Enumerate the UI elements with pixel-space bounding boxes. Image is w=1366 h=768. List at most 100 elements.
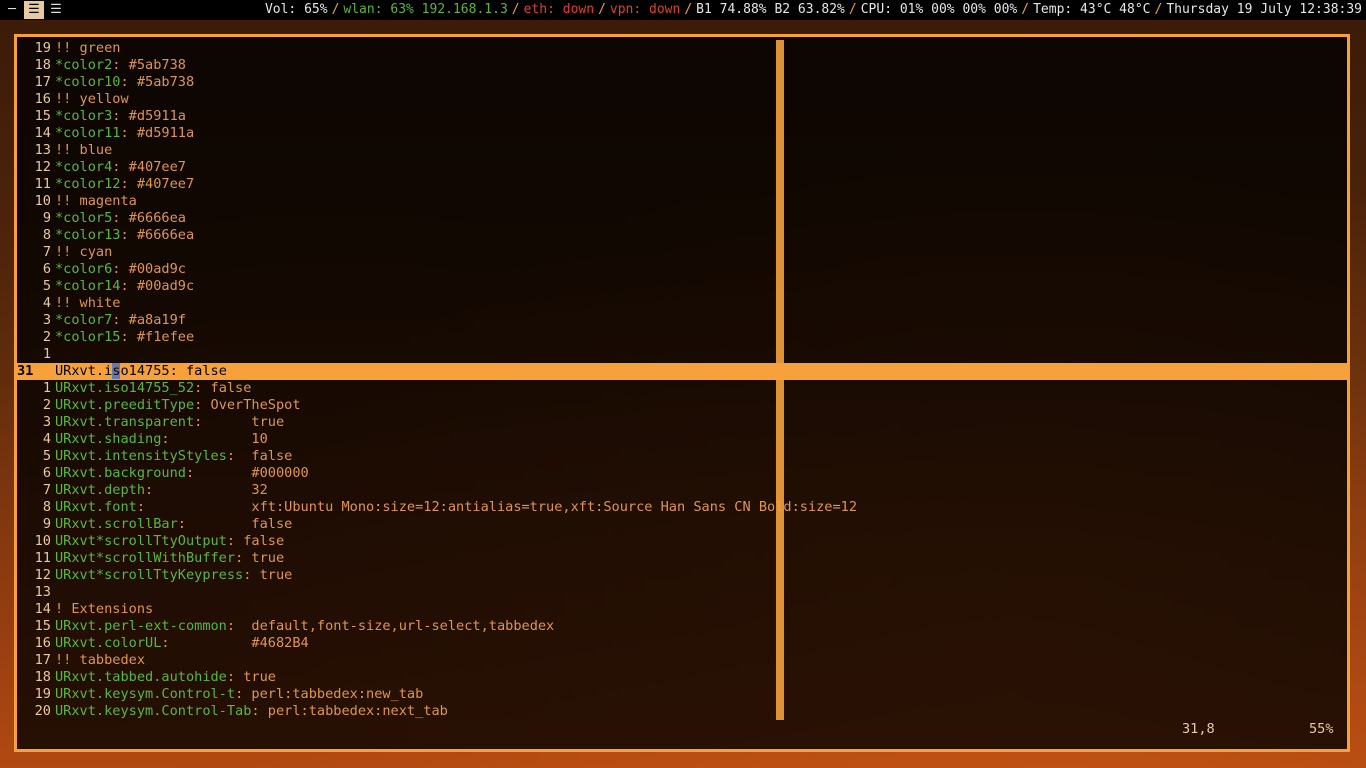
- line-number: 14: [34, 125, 51, 141]
- resource-key: *color15: [55, 329, 121, 345]
- line-text: : true: [194, 414, 285, 430]
- line-number: 3: [42, 312, 51, 328]
- editor-line[interactable]: 20 URxvt.keysym.Control-Tab: perl:tabbede…: [17, 703, 1347, 720]
- resource-key: *color14: [55, 278, 121, 294]
- line-text: : #5ab738: [120, 74, 195, 90]
- editor-line[interactable]: 15 URxvt.perl-ext-common: default,font-si…: [17, 618, 1347, 635]
- resource-key: URxvt.preeditType: [55, 397, 195, 413]
- editor-line[interactable]: 8 *color13: #6666ea: [17, 227, 1347, 244]
- editor-line[interactable]: 18 URxvt.tabbed.autohide: true: [17, 669, 1347, 686]
- editor-line[interactable]: 19!! green: [17, 40, 1347, 57]
- line-number: 12: [34, 567, 51, 583]
- editor-line[interactable]: 4 URxvt.shading: 10: [17, 431, 1347, 448]
- editor-line[interactable]: 9 URxvt.scrollBar: false: [17, 516, 1347, 533]
- line-text: : perl:tabbedex:next_tab: [251, 703, 448, 719]
- line-number: 3: [42, 414, 51, 430]
- line-number: 5: [42, 448, 51, 464]
- line-number: 10: [34, 193, 51, 209]
- resource-key: URxvt*scrollWithBuffer: [55, 550, 236, 566]
- editor-line[interactable]: 16!! yellow: [17, 91, 1347, 108]
- editor-line[interactable]: 11 URxvt*scrollWithBuffer: true: [17, 550, 1347, 567]
- resource-key: *color4: [55, 159, 113, 175]
- editor-line[interactable]: 5 *color14: #00ad9c: [17, 278, 1347, 295]
- editor-line[interactable]: 4!! white: [17, 295, 1347, 312]
- resource-key: *color2: [55, 57, 113, 73]
- editor-line[interactable]: 14 *color11: #d5911a: [17, 125, 1347, 142]
- resource-key: *color5: [55, 210, 113, 226]
- line-text: !! white: [55, 295, 121, 311]
- line-number: 2: [42, 397, 51, 413]
- line-text: : true: [243, 567, 293, 583]
- line-number: 9: [42, 516, 51, 532]
- editor-line[interactable]: 12 URxvt*scrollTtyKeypress: true: [17, 567, 1347, 584]
- editor-line[interactable]: 13!! blue: [17, 142, 1347, 159]
- line-text: : #407ee7: [112, 159, 186, 175]
- editor-line[interactable]: 15 *color3: #d5911a: [17, 108, 1347, 125]
- editor-line[interactable]: 18 *color2: #5ab738: [17, 57, 1347, 74]
- line-text: : OverTheSpot: [194, 397, 301, 413]
- line-number: 4: [42, 431, 51, 447]
- line-text: ! Extensions: [55, 601, 154, 617]
- line-number: 11: [34, 550, 51, 566]
- editor-line[interactable]: 8 URxvt.font: xft:Ubuntu Mono:size=12:ant…: [17, 499, 1347, 516]
- resource-key: URxvt.font: [55, 499, 137, 515]
- editor-line[interactable]: 6 *color6: #00ad9c: [17, 261, 1347, 278]
- resource-key: *color3: [55, 108, 113, 124]
- editor-line[interactable]: 14! Extensions: [17, 601, 1347, 618]
- editor-line[interactable]: 3 URxvt.transparent: true: [17, 414, 1347, 431]
- editor-line[interactable]: 17!! tabbedex: [17, 652, 1347, 669]
- editor-line[interactable]: 17 *color10: #5ab738: [17, 74, 1347, 91]
- editor-line[interactable]: 9 *color5: #6666ea: [17, 210, 1347, 227]
- line-text: : #d5911a: [112, 108, 186, 124]
- line-number: 17: [34, 652, 51, 668]
- line-text: : #f1efee: [120, 329, 195, 345]
- volume-status: Vol: 65%: [264, 2, 328, 17]
- status-info: Vol: 65% / wlan: 63% 192.168.1.3/eth: down…: [264, 2, 1362, 17]
- editor-line[interactable]: 1: [17, 346, 1347, 363]
- terminal-window[interactable]: 19!! green 18 *color2: #5ab738 17 *color10: …: [14, 34, 1350, 752]
- line-text: : 10: [161, 431, 268, 447]
- editor-line[interactable]: 11 *color12: #407ee7: [17, 176, 1347, 193]
- minimize-icon[interactable]: ─: [2, 1, 22, 19]
- line-number: 1: [42, 380, 51, 396]
- vim-editor-buffer[interactable]: 19!! green 18 *color2: #5ab738 17 *color10: …: [17, 40, 1347, 720]
- menu-icon[interactable]: ☰: [46, 1, 66, 19]
- resource-key: URxvt.iso14755_52: [55, 380, 195, 396]
- editor-line[interactable]: 7!! cyan: [17, 244, 1347, 261]
- line-number: 20: [34, 703, 51, 719]
- line-number: 5: [42, 278, 51, 294]
- line-text: : #407ee7: [120, 176, 195, 192]
- resource-key: *color7: [55, 312, 113, 328]
- line-number: 15: [34, 618, 51, 634]
- line-text: : #5ab738: [112, 57, 186, 73]
- line-number: 10: [34, 533, 51, 549]
- line-text: : #000000: [185, 465, 309, 481]
- line-number: 13: [34, 584, 51, 600]
- line-text: : #d5911a: [120, 125, 195, 141]
- line-number: 6: [42, 465, 51, 481]
- editor-line[interactable]: 2 *color15: #f1efee: [17, 329, 1347, 346]
- editor-line[interactable]: 10 URxvt*scrollTtyOutput: false: [17, 533, 1347, 550]
- editor-line[interactable]: 10!! magenta: [17, 193, 1347, 210]
- wlan-status: wlan: 63% 192.168.1.3: [343, 2, 508, 17]
- editor-line[interactable]: 16 URxvt.colorUL: #4682B4: [17, 635, 1347, 652]
- line-number: 7: [42, 482, 51, 498]
- editor-line[interactable]: 7 URxvt.depth: 32: [17, 482, 1347, 499]
- current-line[interactable]: 31 URxvt.iso14755: false: [17, 363, 1347, 380]
- text-cursor: s: [112, 363, 121, 379]
- editor-line[interactable]: 13: [17, 584, 1347, 601]
- editor-line[interactable]: 6 URxvt.background: #000000: [17, 465, 1347, 482]
- editor-line[interactable]: 19 URxvt.keysym.Control-t: perl:tabbedex:…: [17, 686, 1347, 703]
- line-number: 6: [42, 261, 51, 277]
- editor-line[interactable]: 5 URxvt.intensityStyles: false: [17, 448, 1347, 465]
- editor-line[interactable]: 2 URxvt.preeditType: OverTheSpot: [17, 397, 1347, 414]
- line-number: 18: [34, 57, 51, 73]
- editor-line[interactable]: 1 URxvt.iso14755_52: false: [17, 380, 1347, 397]
- tiling-layout-icon[interactable]: ☰: [24, 1, 44, 19]
- line-text: : #4682B4: [161, 635, 309, 651]
- editor-line[interactable]: 12 *color4: #407ee7: [17, 159, 1347, 176]
- line-number: 2: [42, 329, 51, 345]
- resource-key: URxvt.keysym.Control-Tab: [55, 703, 252, 719]
- line-number: 16: [34, 91, 51, 107]
- editor-line[interactable]: 3 *color7: #a8a19f: [17, 312, 1347, 329]
